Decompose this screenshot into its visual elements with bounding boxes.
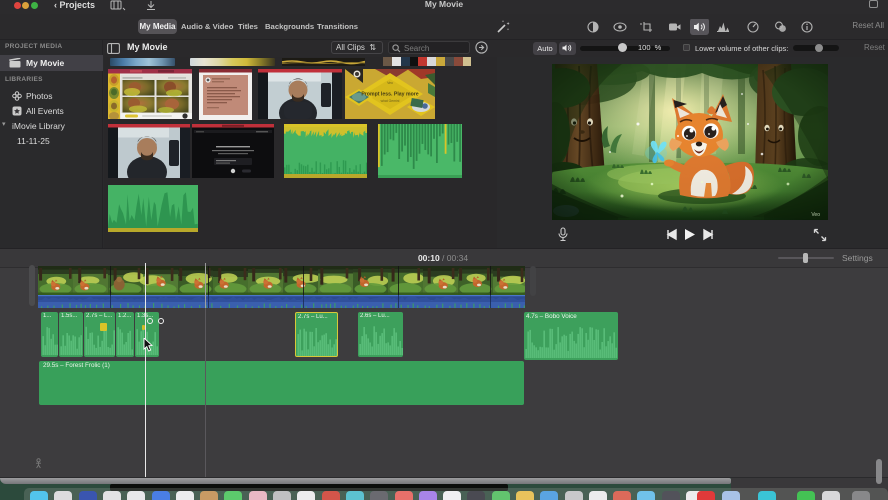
svg-text:Veo: Veo <box>811 212 820 218</box>
svg-text:Veo: Veo <box>387 81 393 85</box>
svg-text:what Gemini: what Gemini <box>381 99 400 103</box>
svg-text:Prompt less. Play more: Prompt less. Play more <box>361 92 418 98</box>
